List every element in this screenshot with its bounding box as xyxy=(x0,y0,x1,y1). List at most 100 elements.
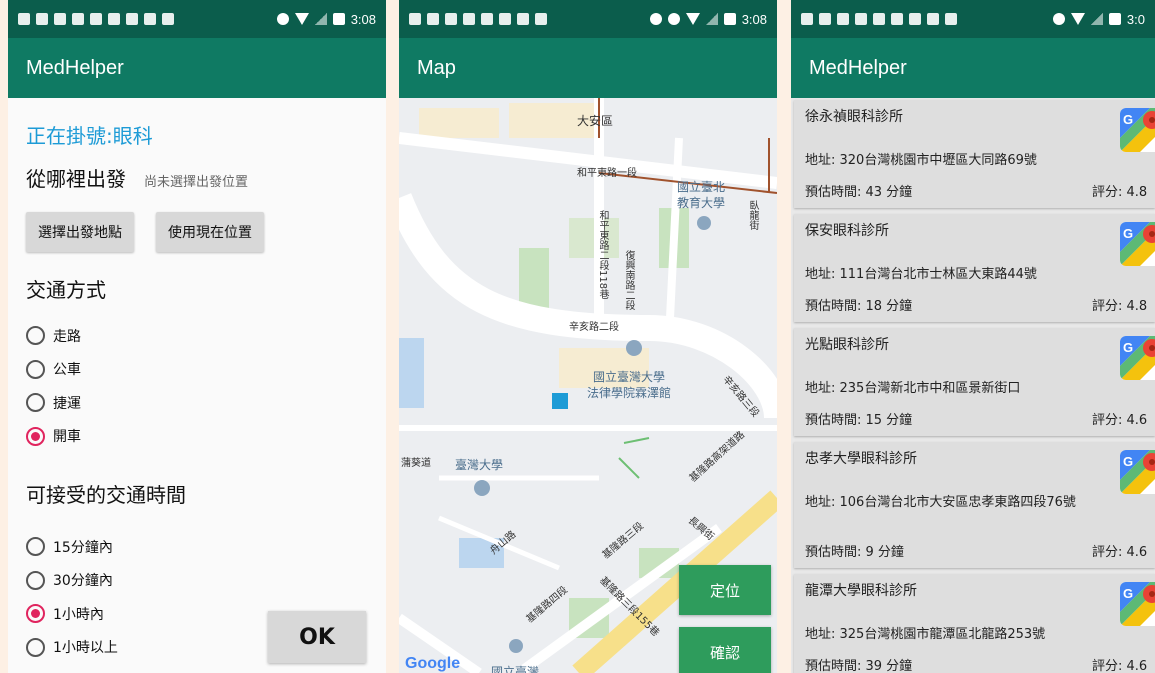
sync-icon xyxy=(1052,13,1065,25)
from-status: 尚未選擇出發位置 xyxy=(144,175,249,190)
status-bar: 3:0 xyxy=(791,0,1155,38)
locate-button[interactable]: 定位 xyxy=(679,565,771,615)
clinic-address: 地址: 106台灣台北市大安區忠孝東路四段76號 xyxy=(805,495,1076,510)
signal-icon xyxy=(314,13,327,25)
clinic-card[interactable]: 光點眼科診所 G 地址: 235台灣新北市中和區景新街口 預估時間: 15 分鐘… xyxy=(794,328,1155,436)
radio-button[interactable] xyxy=(26,537,45,557)
clinic-address: 地址: 111台灣台北市士林區大東路44號 xyxy=(805,267,1037,282)
signal-icon xyxy=(1090,13,1103,25)
transport-option-car[interactable]: 開車 xyxy=(26,420,368,454)
booking-title: 正在掛號:眼科 xyxy=(26,124,153,148)
from-label: 從哪裡出發 xyxy=(26,167,126,191)
clinic-card[interactable]: 忠孝大學眼科診所 G 地址: 106台灣台北市大安區忠孝東路四段76號 預估時間… xyxy=(794,442,1155,568)
clinic-card[interactable]: 龍潭大學眼科診所 G 地址: 325台灣桃園市龍潭區北龍路253號 預估時間: … xyxy=(794,574,1155,673)
system-icons: 3:0 xyxy=(1052,11,1145,27)
map-label-ntu-bottom: 國立臺灣 xyxy=(491,665,540,673)
radio-label: 走路 xyxy=(53,328,81,345)
clinic-list[interactable]: 徐永禎眼科診所 G 地址: 320台灣桃園市中壢區大同路69號 預估時間: 43… xyxy=(791,98,1155,673)
map-view[interactable]: 大安區 和平東路一段 國立臺北 教育大學 和平東路二段118巷 復興南路二段 臥… xyxy=(399,98,777,673)
radio-button[interactable] xyxy=(26,637,45,657)
radio-label: 15分鐘內 xyxy=(53,539,113,556)
svg-text:G: G xyxy=(1123,454,1133,469)
status-bar: 3:08 xyxy=(8,0,386,38)
battery-icon xyxy=(332,13,345,25)
wifi-icon xyxy=(685,13,700,25)
map-label-lane118: 和平東路二段118巷 xyxy=(597,210,608,300)
location-icon xyxy=(649,13,662,25)
clinic-time: 預估時間: 15 分鐘 xyxy=(805,413,913,428)
clinic-card[interactable]: 徐永禎眼科診所 G 地址: 320台灣桃園市中壢區大同路69號 預估時間: 43… xyxy=(794,100,1155,208)
clinic-address: 地址: 320台灣桃園市中壢區大同路69號 xyxy=(805,153,1037,168)
transport-option-bus[interactable]: 公車 xyxy=(26,353,368,387)
clinic-rating: 評分: 4.8 xyxy=(1092,185,1148,200)
clinic-list-screen: 3:0 MedHelper 徐永禎眼科診所 G 地址: 320台灣桃園市中壢區大… xyxy=(791,0,1155,673)
svg-text:G: G xyxy=(1123,226,1133,241)
google-maps-icon[interactable]: G xyxy=(1120,222,1155,266)
radio-button-checked[interactable] xyxy=(26,604,45,624)
radio-button[interactable] xyxy=(26,326,45,346)
clinic-card[interactable]: 保安眼科診所 G 地址: 111台灣台北市士林區大東路44號 預估時間: 18 … xyxy=(794,214,1155,322)
notification-icons xyxy=(409,13,650,25)
transport-option-walk[interactable]: 走路 xyxy=(26,319,368,353)
google-logo: Google xyxy=(405,655,461,672)
google-maps-icon[interactable]: G xyxy=(1120,582,1155,626)
svg-text:G: G xyxy=(1123,586,1133,601)
radio-label: 1小時內 xyxy=(53,606,104,623)
status-time: 3:0 xyxy=(1126,11,1145,27)
radio-label: 捷運 xyxy=(53,395,81,412)
status-bar: 3:08 xyxy=(399,0,777,38)
app-title: Map xyxy=(399,38,777,98)
time-option-30min[interactable]: 30分鐘內 xyxy=(26,564,368,598)
choose-start-button[interactable]: 選擇出發地點 xyxy=(26,212,134,252)
radio-button-checked[interactable] xyxy=(26,426,45,446)
map-label-wolong: 臥龍街 xyxy=(747,200,758,230)
app-title: MedHelper xyxy=(791,38,1155,98)
clinic-name: 光點眼科診所 xyxy=(805,337,889,353)
map-label-fuxing: 復興南路二段 xyxy=(623,250,634,310)
map-label-heping: 和平東路一段 xyxy=(577,168,637,179)
radio-label: 開車 xyxy=(53,429,81,446)
map-label-daan: 大安區 xyxy=(577,114,614,128)
svg-text:G: G xyxy=(1123,340,1133,355)
confirm-button[interactable]: 確認 xyxy=(679,627,771,673)
system-icons: 3:08 xyxy=(649,11,767,27)
selected-location-marker[interactable] xyxy=(552,393,568,409)
sync-icon xyxy=(276,13,289,25)
map-label-ntue2: 教育大學 xyxy=(677,196,726,210)
status-time: 3:08 xyxy=(741,11,767,27)
radio-button[interactable] xyxy=(26,393,45,413)
clinic-name: 保安眼科診所 xyxy=(805,223,889,239)
clinic-address: 地址: 235台灣新北市中和區景新街口 xyxy=(805,381,1021,396)
google-maps-icon[interactable]: G xyxy=(1120,450,1155,494)
clinic-time: 預估時間: 43 分鐘 xyxy=(805,185,913,200)
map-screen: 3:08 Map 大安區 和平東路一段 國立臺北 教育大學 和平東路二段118巷… xyxy=(399,0,777,673)
ok-button[interactable]: OK xyxy=(268,611,366,663)
google-maps-icon[interactable]: G xyxy=(1120,336,1155,380)
google-maps-icon[interactable]: G xyxy=(1120,108,1155,152)
clinic-name: 龍潭大學眼科診所 xyxy=(805,583,917,599)
booking-screen: 3:08 MedHelper 正在掛號:眼科 從哪裡出發 尚未選擇出發位置 選擇… xyxy=(8,0,386,673)
clinic-name: 忠孝大學眼科診所 xyxy=(805,451,917,467)
wifi-icon xyxy=(1070,13,1085,25)
transport-radio-group: 走路 公車 捷運 開車 xyxy=(26,319,368,453)
app-title: MedHelper xyxy=(8,38,386,98)
notification-icons xyxy=(18,13,277,25)
radio-button[interactable] xyxy=(26,359,45,379)
map-label-shuiyuan: 蒲葵道 xyxy=(401,458,431,469)
radio-label: 1小時以上 xyxy=(53,640,118,657)
clinic-time: 預估時間: 9 分鐘 xyxy=(805,545,904,560)
clinic-address: 地址: 325台灣桃園市龍潭區北龍路253號 xyxy=(805,627,1046,642)
status-time: 3:08 xyxy=(350,11,376,27)
clinic-time: 預估時間: 18 分鐘 xyxy=(805,299,913,314)
map-label-ntue: 國立臺北 xyxy=(677,180,726,194)
clinic-name: 徐永禎眼科診所 xyxy=(805,109,903,125)
radio-label: 公車 xyxy=(53,362,81,379)
battery-icon xyxy=(1108,13,1121,25)
map-label-ntu-law2: 法律學院霖澤館 xyxy=(587,386,672,400)
time-option-15min[interactable]: 15分鐘內 xyxy=(26,530,368,564)
clinic-rating: 評分: 4.6 xyxy=(1092,659,1148,673)
map-label-ntu: 臺灣大學 xyxy=(455,458,504,472)
use-current-location-button[interactable]: 使用現在位置 xyxy=(156,212,264,252)
transport-option-mrt[interactable]: 捷運 xyxy=(26,386,368,420)
radio-button[interactable] xyxy=(26,570,45,590)
